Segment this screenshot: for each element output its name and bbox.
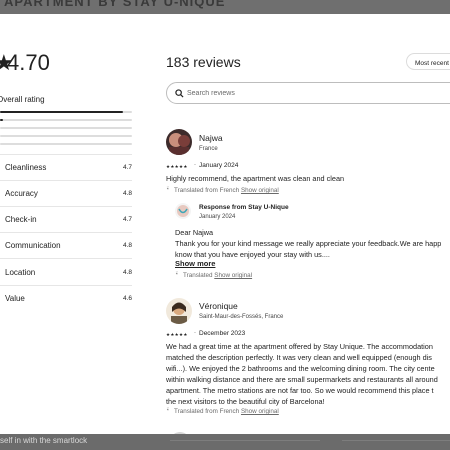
reviews-modal: ★ 4.70 Overall rating Cleanliness 4.7 Ac… [0, 14, 450, 434]
review-text-line: apartment. The metro stations are not fa… [166, 386, 434, 395]
divider [0, 258, 132, 259]
reviewer-location: France [199, 146, 218, 152]
host-avatar[interactable] [175, 203, 191, 219]
reviewer-avatar[interactable] [166, 298, 192, 324]
translated-label: Translated from French [174, 187, 240, 194]
review-text-line: matched the description perfectly. It wa… [166, 353, 432, 362]
search-icon [175, 89, 184, 98]
divider [342, 440, 450, 441]
backdrop-title: APARTMENT BY STAY U-NIQUE [4, 0, 226, 9]
overall-rating-value: 4.70 [7, 50, 50, 75]
review-text-line: the next visitors to the beautiful city … [166, 397, 325, 406]
category-value-check-in: 4.7 [123, 216, 133, 223]
sort-dropdown-button[interactable]: Most recent [406, 53, 450, 70]
review-text-line: Highly recommend, the apartment was clea… [166, 174, 345, 183]
category-label-check-in: Check-in [5, 215, 37, 224]
category-label-cleanliness: Cleanliness [5, 163, 47, 172]
rating-bar-3 [0, 127, 132, 129]
backdrop-text: self in with the smartlock [0, 436, 88, 445]
translate-icon: ⍣ [175, 271, 179, 277]
response-text: Dear Najwa Thank you for your kind messa… [175, 227, 441, 260]
rating-bar-fill [0, 119, 3, 121]
separator-dot: · [194, 330, 196, 336]
translation-note: Translated from French Show original [174, 408, 279, 415]
reviewer-name: Najwa [199, 133, 223, 143]
search-reviews-input[interactable] [187, 86, 387, 100]
backdrop-header: APARTMENT BY STAY U-NIQUE [0, 0, 450, 14]
category-label-accuracy: Accuracy [5, 189, 38, 198]
show-original-link[interactable]: Show original [241, 408, 279, 415]
translate-icon: ⍣ [166, 407, 170, 413]
divider [0, 232, 132, 233]
category-value-communication: 4.8 [123, 242, 133, 249]
show-original-link[interactable]: Show original [241, 187, 279, 194]
category-value-accuracy: 4.8 [123, 190, 133, 197]
response-title: Response from Stay U-Nique [199, 204, 289, 211]
show-more-link[interactable]: Show more [175, 259, 215, 268]
review-text-line: wifi...). We enjoyed the 2 bathrooms and… [166, 364, 435, 373]
review-date: January 2024 [199, 162, 239, 169]
translation-note: Translated from French Show original [174, 187, 279, 194]
reviews-count-title: 183 reviews [166, 54, 241, 70]
overall-rating-label: Overall rating [0, 95, 45, 104]
category-value-value: 4.6 [123, 295, 133, 302]
review-date: December 2023 [199, 330, 246, 337]
category-value-cleanliness: 4.7 [123, 164, 133, 171]
show-original-link[interactable]: Show original [214, 272, 252, 279]
response-text-line: Dear Najwa [175, 228, 214, 237]
category-label-location: Location [5, 268, 36, 277]
translated-label: Translated from French [174, 408, 240, 415]
backdrop-footer: self in with the smartlock [0, 434, 450, 450]
divider [0, 206, 132, 207]
category-label-communication: Communication [5, 241, 61, 250]
reviewer-location: Saint-Maur-des-Fossés, France [199, 314, 284, 320]
rating-bar-5 [0, 111, 132, 113]
rating-bar-1 [0, 143, 132, 145]
divider [0, 285, 132, 286]
divider [0, 154, 132, 155]
translated-label: Translated [183, 272, 213, 279]
reviewer-name: Véronique [199, 301, 238, 311]
rating-bar-4 [0, 119, 132, 121]
review-text: Highly recommend, the apartment was clea… [166, 173, 344, 184]
separator-dot: · [194, 162, 196, 168]
rating-bar-2 [0, 135, 132, 137]
review-stars: ★★★★★ [166, 164, 188, 169]
rating-bar-fill [0, 111, 123, 113]
review-stars: ★★★★★ [166, 332, 188, 337]
review-text-line: within walking distance and there are sm… [166, 375, 438, 384]
translate-icon: ⍣ [166, 186, 170, 192]
category-value-location: 4.8 [123, 269, 133, 276]
response-date: January 2024 [199, 214, 236, 220]
translation-note: Translated Show original [183, 272, 252, 279]
divider [0, 180, 132, 181]
search-reviews-field[interactable] [166, 82, 450, 104]
category-label-value: Value [5, 294, 25, 303]
response-text-line: Thank you for your kind message we reall… [175, 239, 442, 248]
review-text: We had a great time at the apartment off… [166, 341, 438, 407]
reviewer-avatar[interactable] [166, 129, 192, 155]
review-text-line: We had a great time at the apartment off… [166, 342, 433, 351]
divider [170, 440, 320, 441]
